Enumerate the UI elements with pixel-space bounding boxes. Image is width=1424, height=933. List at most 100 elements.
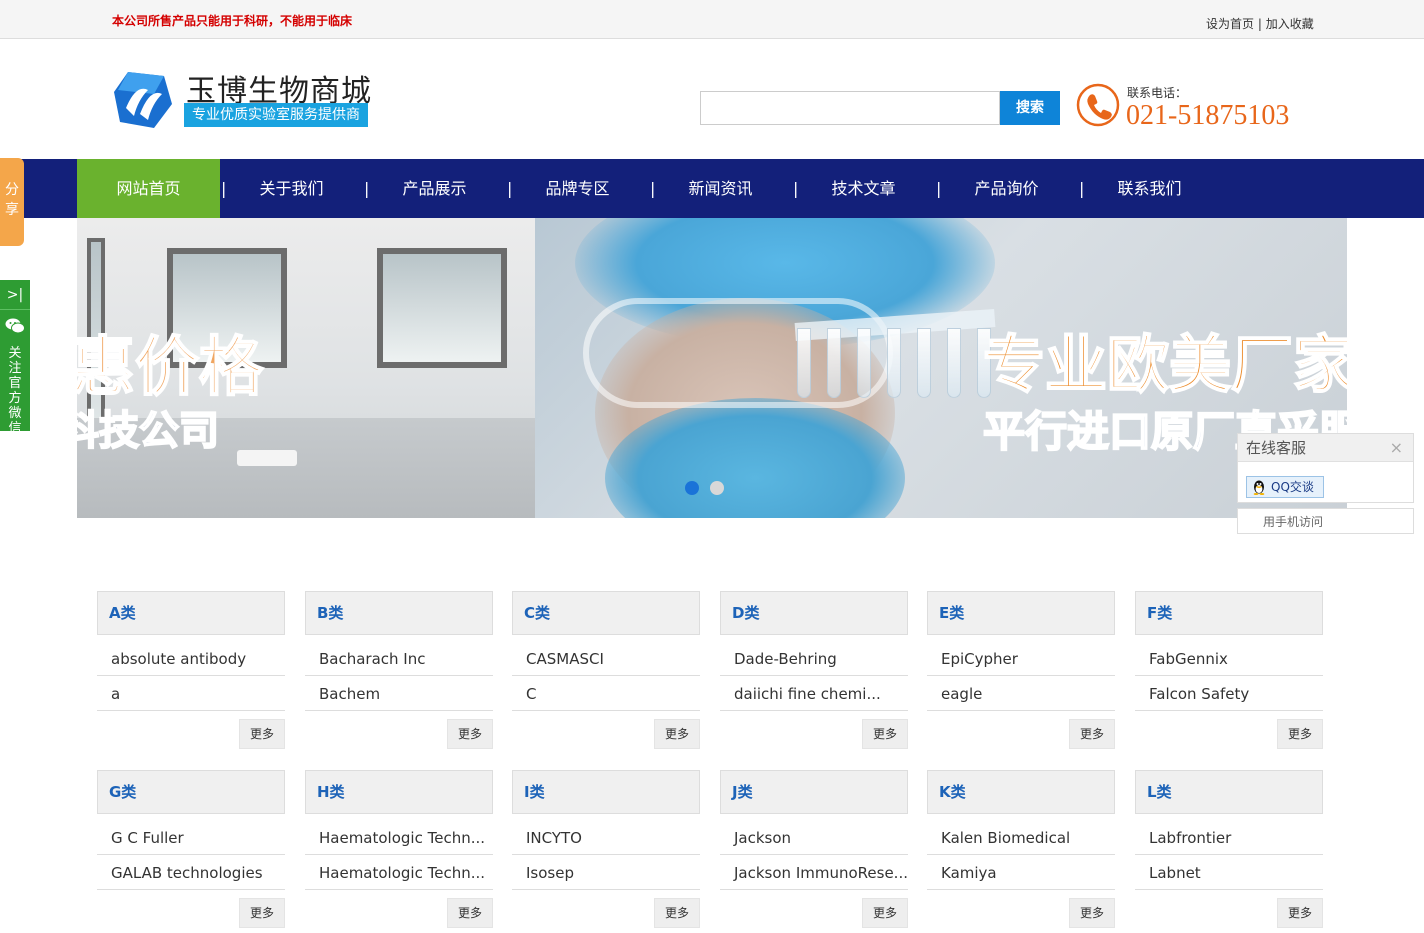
category-item[interactable]: EpiCypher [927,641,1115,676]
more-button[interactable]: 更多 [447,898,493,928]
category-item[interactable]: Jackson [720,820,908,855]
search-button[interactable]: 搜索 [1000,91,1060,125]
category-list: INCYTO Isosep [512,820,700,890]
category-item[interactable]: a [97,676,285,711]
slider-dots [685,480,730,499]
nav-item-articles[interactable]: 技术文章 [792,159,935,218]
more-button[interactable]: 更多 [862,898,908,928]
more-button[interactable]: 更多 [239,898,285,928]
category-item[interactable]: G C Fuller [97,820,285,855]
category-title[interactable]: J类 [720,770,908,814]
category-item[interactable]: Bachem [305,676,493,711]
online-service-header: 在线客服 × [1238,434,1413,462]
add-favorite-link[interactable]: 加入收藏 [1266,17,1314,31]
category-block: F类 FabGennix Falcon Safety 更多 [1135,591,1323,751]
category-block: E类 EpiCypher eagle 更多 [927,591,1115,751]
category-item[interactable]: INCYTO [512,820,700,855]
category-list: Haematologic Techn... Haematologic Techn.… [305,820,493,890]
category-item[interactable]: Bacharach Inc [305,641,493,676]
main-nav: 网站首页 | 关于我们 | 产品展示 | 品牌专区 | 新闻资讯 | 技术文章 … [0,159,1424,218]
category-list: Labfrontier Labnet [1135,820,1323,890]
category-title[interactable]: B类 [305,591,493,635]
more-button[interactable]: 更多 [1277,719,1323,749]
category-item[interactable]: eagle [927,676,1115,711]
category-item[interactable]: Kamiya [927,855,1115,890]
phone-icon [1076,83,1120,127]
logo-icon [114,72,172,128]
search-input[interactable] [700,91,1000,125]
category-title[interactable]: C类 [512,591,700,635]
category-item[interactable]: C [512,676,700,711]
nav-item-home[interactable]: 网站首页 [77,159,220,218]
banner-slogan-left-2: 科技公司 [77,407,220,455]
slider-dot-active[interactable] [685,481,699,495]
more-button[interactable]: 更多 [239,719,285,749]
nav-item-brands[interactable]: 品牌专区 [506,159,649,218]
category-item[interactable]: Haematologic Techn... [305,855,493,890]
collapse-arrow-icon[interactable]: >| [0,280,30,310]
category-item[interactable]: Haematologic Techn... [305,820,493,855]
mobile-access-link[interactable]: 用手机访问 [1237,508,1414,534]
qq-penguin-icon [1253,480,1265,495]
nav-item-inquiry[interactable]: 产品询价 [935,159,1078,218]
wechat-sidebar-tab[interactable]: >| 关注官方微信 [0,280,30,436]
category-block: H类 Haematologic Techn... Haematologic Tech… [305,770,493,930]
category-title[interactable]: I类 [512,770,700,814]
banner-slogan-left-1: 惠价格 [77,330,264,406]
banner-slider[interactable]: 惠价格 科技公司 专业欧美厂家 平行进口原厂直采服 [77,218,1347,518]
share-sidebar-tab[interactable]: 分享 [0,158,24,246]
category-item[interactable]: Dade-Behring [720,641,908,676]
category-title[interactable]: G类 [97,770,285,814]
qq-chat-button[interactable]: QQ交谈 [1246,476,1324,498]
category-block: L类 Labfrontier Labnet 更多 [1135,770,1323,930]
nav-item-news[interactable]: 新闻资讯 [649,159,792,218]
category-title[interactable]: L类 [1135,770,1323,814]
more-button[interactable]: 更多 [862,719,908,749]
qq-chat-label: QQ交谈 [1271,480,1314,494]
phone-label: 联系电话： [1127,86,1188,100]
category-item[interactable]: CASMASCI [512,641,700,676]
more-button[interactable]: 更多 [1277,898,1323,928]
wechat-label: 关注官方微信 [8,346,22,436]
banner-slogan-right-1: 专业欧美厂家 [982,327,1347,402]
online-service-title: 在线客服 [1246,439,1307,457]
category-item[interactable]: absolute antibody [97,641,285,676]
category-list: Bacharach Inc Bachem [305,641,493,711]
set-homepage-link[interactable]: 设为首页 [1206,17,1254,31]
category-item[interactable]: Kalen Biomedical [927,820,1115,855]
category-item[interactable]: Labnet [1135,855,1323,890]
category-list: Dade-Behring daiichi fine chemi... [720,641,908,711]
category-item[interactable]: Falcon Safety [1135,676,1323,711]
category-title[interactable]: H类 [305,770,493,814]
category-item[interactable]: Jackson ImmunoRese... [720,855,908,890]
category-list: FabGennix Falcon Safety [1135,641,1323,711]
nav-item-contact[interactable]: 联系我们 [1078,159,1221,218]
more-button[interactable]: 更多 [1069,898,1115,928]
category-title[interactable]: E类 [927,591,1115,635]
category-title[interactable]: K类 [927,770,1115,814]
more-button[interactable]: 更多 [654,898,700,928]
more-button[interactable]: 更多 [447,719,493,749]
category-item[interactable]: daiichi fine chemi... [720,676,908,711]
nav-item-products[interactable]: 产品展示 [363,159,506,218]
category-list: absolute antibody a [97,641,285,711]
category-title[interactable]: A类 [97,591,285,635]
more-button[interactable]: 更多 [654,719,700,749]
category-list: EpiCypher eagle [927,641,1115,711]
slider-dot[interactable] [710,481,725,495]
category-item[interactable]: Isosep [512,855,700,890]
category-block: D类 Dade-Behring daiichi fine chemi... 更多 [720,591,908,751]
category-title[interactable]: F类 [1135,591,1323,635]
category-title[interactable]: D类 [720,591,908,635]
phone-number: 021-51875103 [1126,100,1290,131]
nav-item-about[interactable]: 关于我们 [220,159,363,218]
category-item[interactable]: Labfrontier [1135,820,1323,855]
category-block: B类 Bacharach Inc Bachem 更多 [305,591,493,751]
category-item[interactable]: GALAB technologies [97,855,285,890]
category-item[interactable]: FabGennix [1135,641,1323,676]
category-list: Jackson Jackson ImmunoRese... [720,820,908,890]
top-links: 设为首页 | 加入收藏 [1206,15,1314,32]
more-button[interactable]: 更多 [1069,719,1115,749]
close-icon[interactable]: × [1390,434,1403,462]
category-block: K类 Kalen Biomedical Kamiya 更多 [927,770,1115,930]
